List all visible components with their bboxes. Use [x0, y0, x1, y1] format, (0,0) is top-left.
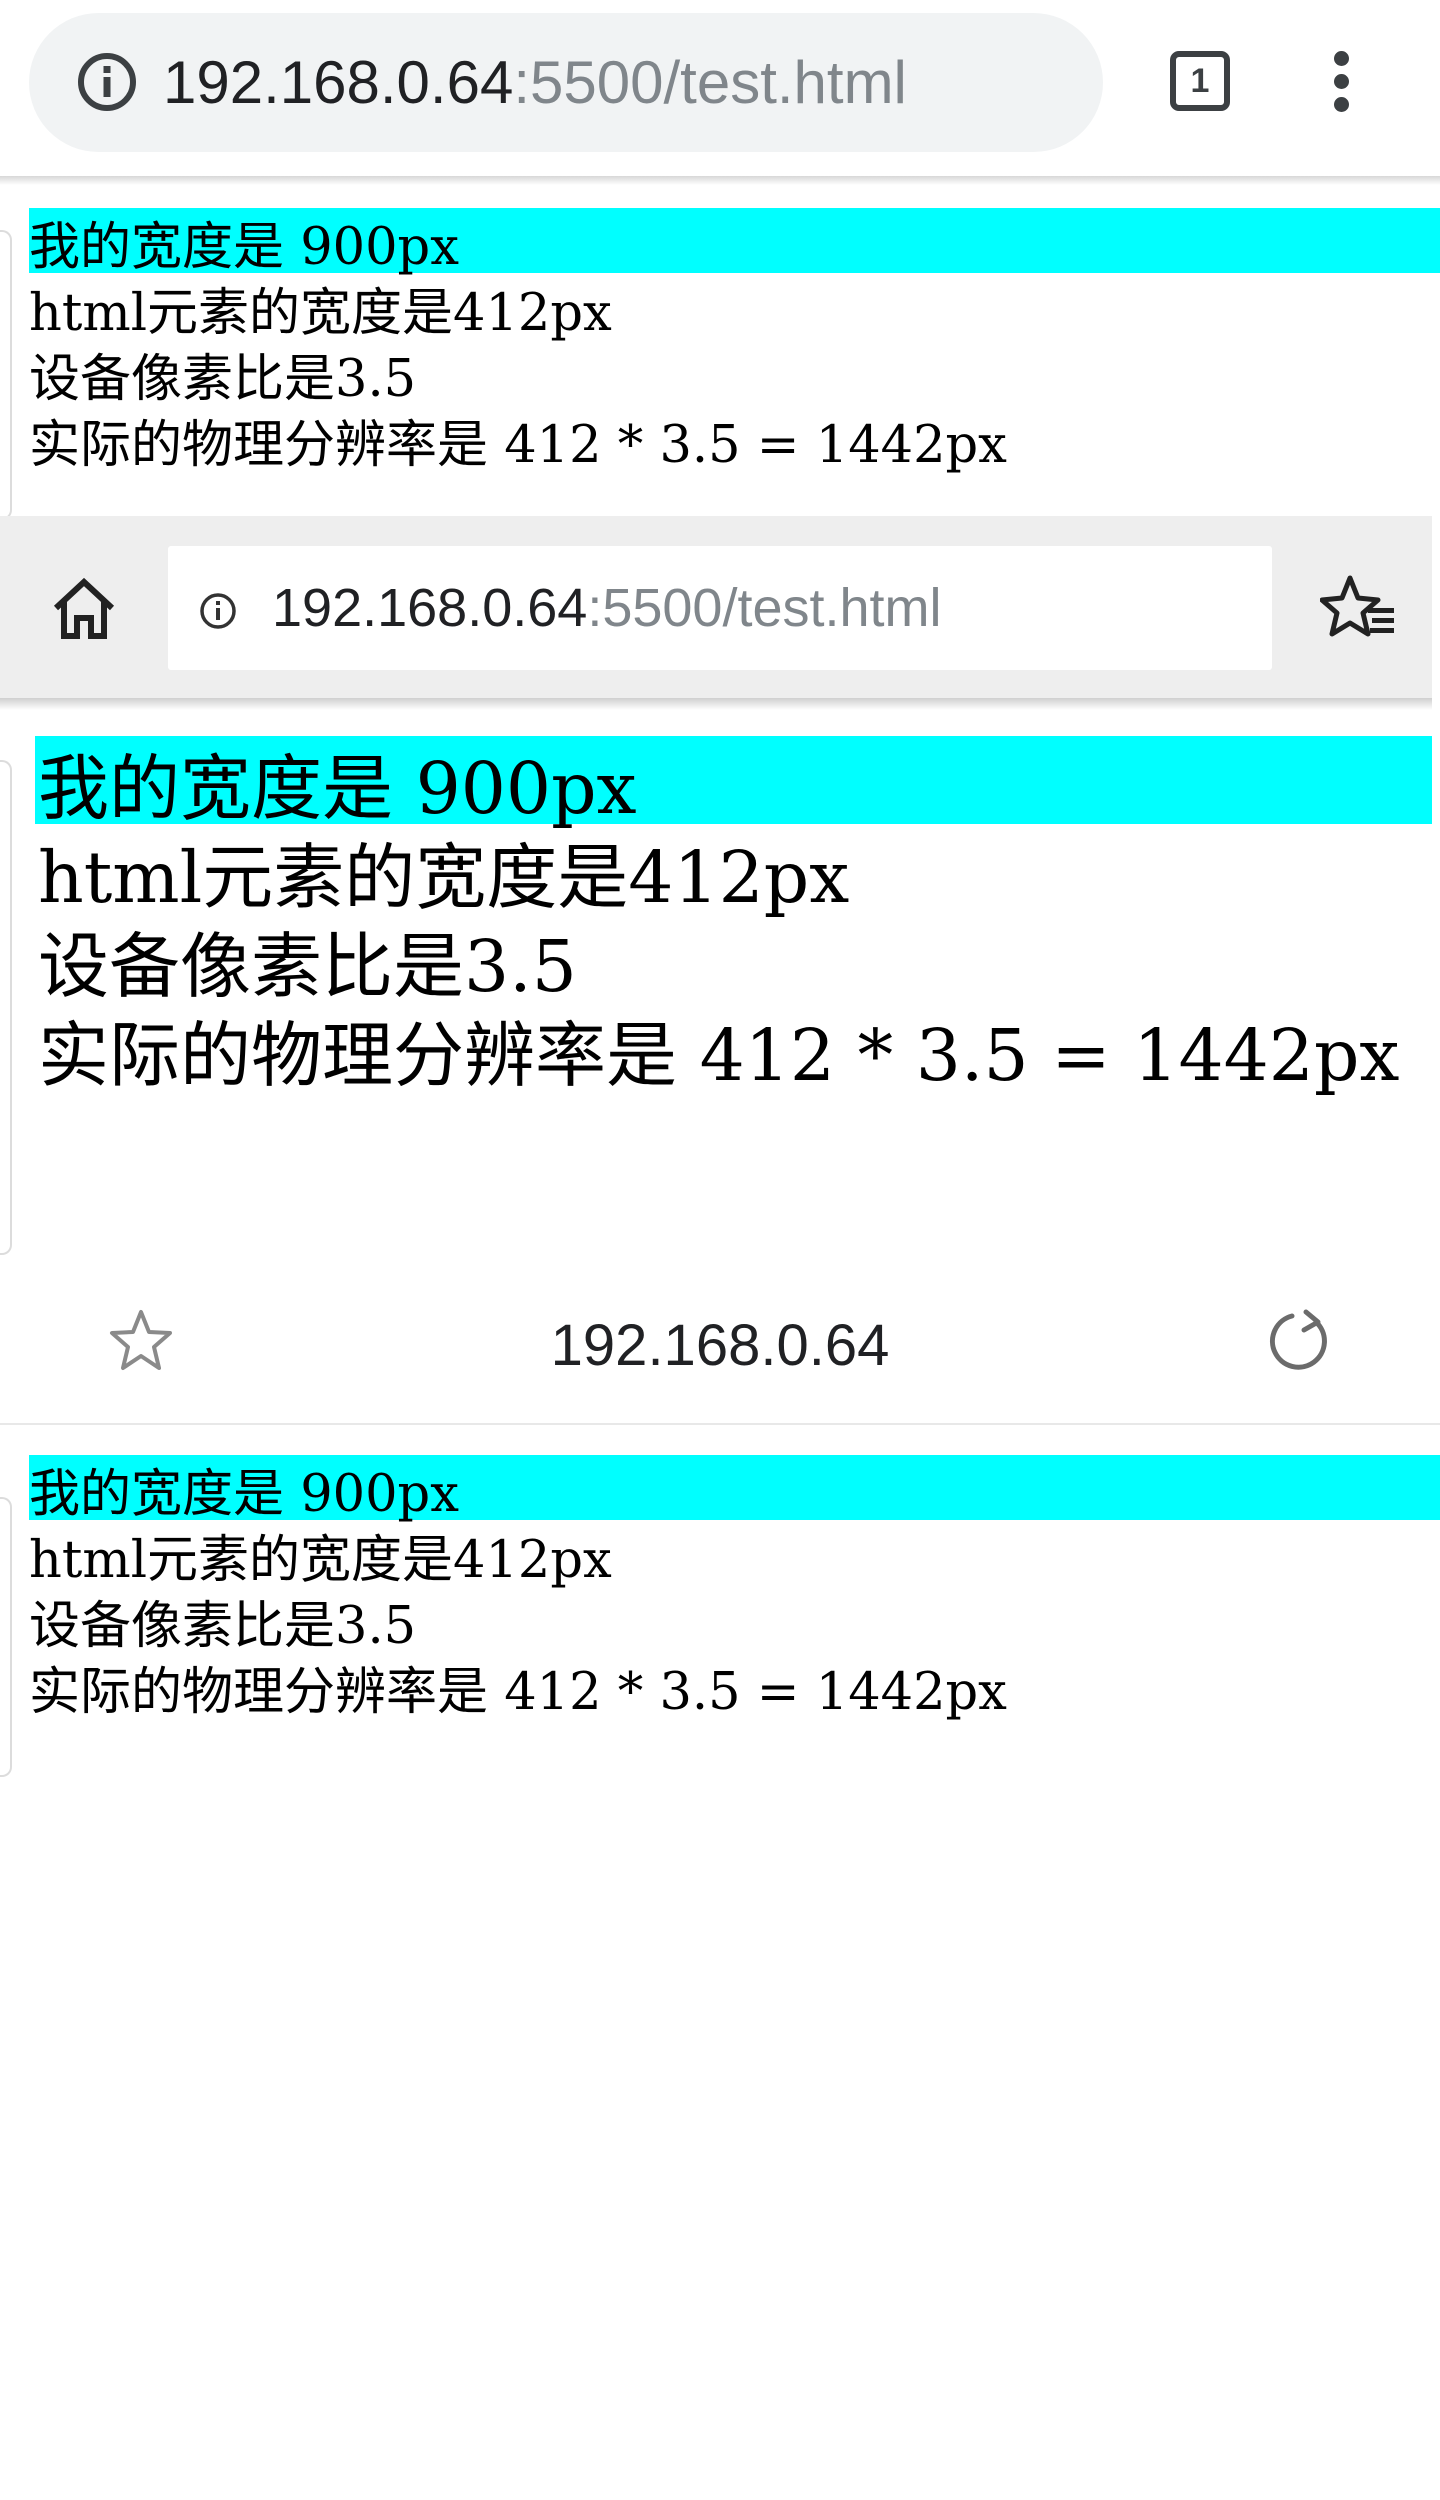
page-content-1: 我的宽度是 900px html元素的宽度是412px 设备像素比是3.5 实际… — [0, 185, 1440, 520]
content-edge — [0, 230, 12, 520]
star-icon[interactable] — [108, 1308, 174, 1372]
browser2-toolbar: 192.168.0.64:5500/test.html — [0, 516, 1432, 698]
text-width-line: 我的宽度是 900px — [29, 218, 459, 277]
page-content-2: 我的宽度是 900px html元素的宽度是412px 设备像素比是3.5 实际… — [0, 710, 1440, 1268]
text-html-width-line: html元素的宽度是412px — [38, 836, 850, 919]
text-resolution-line: 实际的物理分辨率是 412 * 3.5 = 1442px — [29, 1663, 1007, 1722]
text-resolution-line: 实际的物理分辨率是 412 * 3.5 = 1442px — [29, 416, 1007, 475]
url-path: :5500/test.html — [513, 49, 907, 116]
url-host: 192.168.0.64 — [272, 578, 588, 638]
url-path: :5500/test.html — [587, 578, 942, 638]
browser1-url-bar[interactable]: 192.168.0.64:5500/test.html — [29, 13, 1103, 152]
url-host: 192.168.0.64 — [163, 49, 514, 116]
text-width-line: 我的宽度是 900px — [38, 747, 637, 830]
browser2-url-text[interactable]: 192.168.0.64:5500/test.html — [272, 546, 942, 670]
tab-switcher-icon[interactable]: 1 — [1170, 51, 1230, 111]
home-icon[interactable] — [50, 576, 118, 640]
text-html-width-line: html元素的宽度是412px — [29, 284, 612, 343]
browser3-page-title[interactable]: 192.168.0.64 — [0, 1268, 1440, 1423]
toolbar-shadow — [0, 698, 1432, 710]
info-icon[interactable] — [198, 591, 238, 631]
browser1-toolbar: 192.168.0.64:5500/test.html 1 — [0, 0, 1440, 176]
star-list-icon[interactable] — [1320, 574, 1396, 640]
info-icon[interactable] — [76, 51, 138, 113]
browser2-url-bar[interactable]: 192.168.0.64:5500/test.html — [168, 546, 1272, 670]
text-dpr-line: 设备像素比是3.5 — [38, 925, 577, 1008]
page-content-3: 我的宽度是 900px html元素的宽度是412px 设备像素比是3.5 实际… — [0, 1425, 1440, 2500]
text-dpr-line: 设备像素比是3.5 — [29, 350, 417, 409]
browser1-url-text[interactable]: 192.168.0.64:5500/test.html — [163, 13, 907, 152]
content-edge — [0, 1497, 12, 1777]
text-dpr-line: 设备像素比是3.5 — [29, 1597, 417, 1656]
more-vert-icon[interactable] — [1320, 48, 1364, 116]
reload-icon[interactable] — [1262, 1306, 1334, 1378]
text-width-line: 我的宽度是 900px — [29, 1465, 459, 1524]
content-edge — [0, 760, 12, 1255]
text-html-width-line: html元素的宽度是412px — [29, 1531, 612, 1590]
text-resolution-line: 实际的物理分辨率是 412 * 3.5 = 1442px — [38, 1014, 1400, 1097]
browser3-toolbar: 192.168.0.64 — [0, 1268, 1440, 1425]
toolbar-shadow — [0, 176, 1440, 185]
